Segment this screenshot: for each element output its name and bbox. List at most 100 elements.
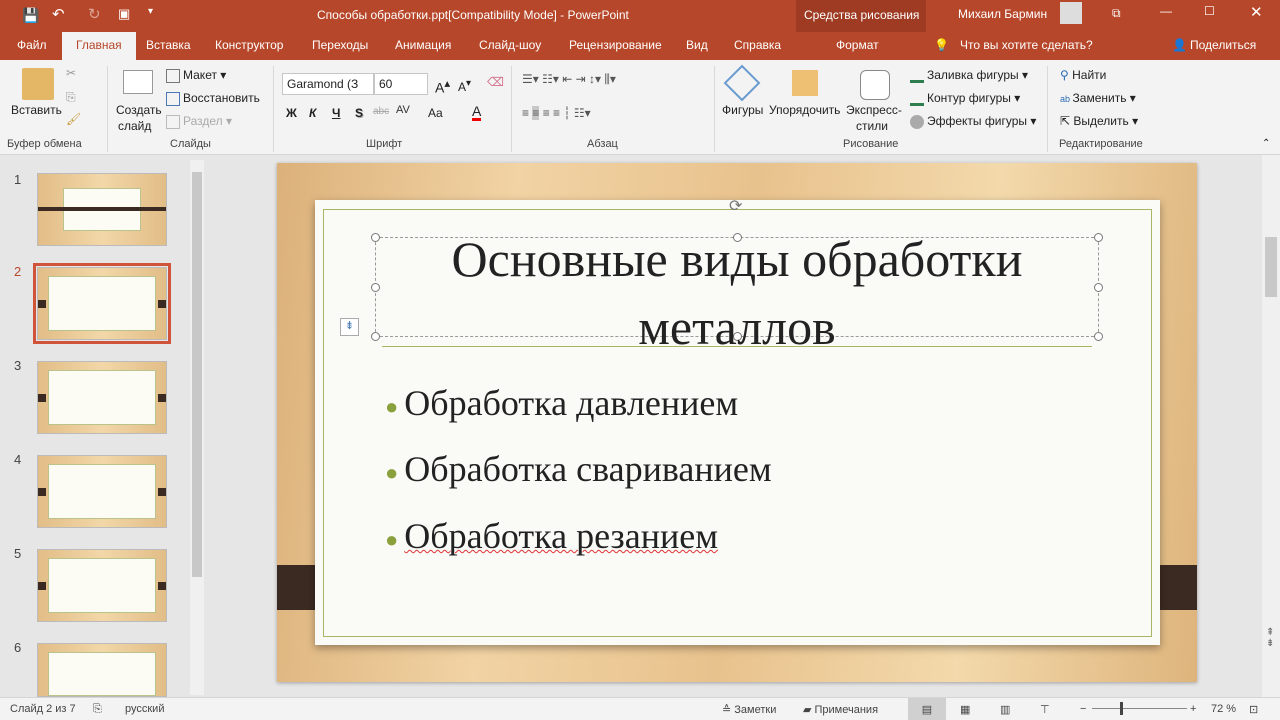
slide-number: 1 (14, 172, 21, 187)
slide-thumbnail[interactable] (37, 173, 167, 246)
section-button[interactable]: Раздел ▾ (166, 114, 232, 129)
copy-icon[interactable]: ⎘ (66, 90, 76, 105)
italic-button[interactable]: К (309, 106, 316, 120)
normal-view-icon[interactable]: ▤ (908, 698, 946, 720)
redo-icon[interactable]: ↻ (88, 5, 101, 23)
language-label[interactable]: русский (125, 703, 164, 715)
zoom-out-button[interactable]: − (1080, 703, 1086, 715)
tab-transitions[interactable]: Переходы (312, 38, 368, 52)
bullets-icon[interactable]: ☰▾ ☷▾ ⇤ ⇥ ↕▾ ⫼▾ (522, 72, 616, 87)
reset-button[interactable]: Восстановить (166, 91, 260, 106)
tell-me-input[interactable]: Что вы хотите сделать? (960, 38, 1093, 52)
close-icon[interactable]: ✕ (1250, 3, 1263, 21)
slide-sorter-icon[interactable]: ▦ (960, 703, 970, 716)
fit-to-window-icon[interactable]: ⊡ (1249, 703, 1258, 716)
slideshow-icon[interactable]: ▣ (118, 6, 130, 22)
paste-button[interactable]: Вставить (11, 103, 62, 117)
undo-icon[interactable]: ↶ (52, 5, 65, 23)
quick-styles-label[interactable]: стили (856, 119, 888, 133)
underline-button[interactable]: Ч (332, 106, 340, 120)
font-name-select[interactable]: Garamond (З (282, 73, 374, 95)
find-button[interactable]: ⚲ Найти (1060, 68, 1106, 82)
group-drawing: Рисование (843, 138, 898, 150)
strikethrough-button[interactable]: abc (373, 106, 389, 117)
reading-view-icon[interactable]: ▥ (1000, 703, 1010, 716)
tab-design[interactable]: Конструктор (215, 38, 283, 52)
arrange-button[interactable]: Упорядочить (769, 103, 840, 117)
minimize-icon[interactable]: — (1160, 4, 1172, 18)
notes-label: Заметки (734, 704, 776, 716)
shape-outline-button[interactable]: Контур фигуры ▾ (910, 91, 1020, 106)
slide-thumbnail-selected[interactable] (37, 267, 167, 340)
replace-button[interactable]: ab Заменить ▾ (1060, 91, 1136, 105)
char-spacing-button[interactable]: AV (396, 104, 410, 116)
bullet-dot: ● (385, 460, 398, 485)
font-size-select[interactable]: 60 (374, 73, 428, 95)
select-button[interactable]: ⇱ Выделить ▾ (1060, 114, 1138, 128)
align-icons[interactable]: ≡ ≡ ≡ ≡ ┆ ☷▾ (522, 106, 591, 120)
rotate-handle-icon[interactable]: ⟳ (729, 196, 742, 216)
new-slide-label[interactable]: слайд (118, 119, 151, 133)
avatar[interactable] (1060, 2, 1082, 24)
paste-icon[interactable] (22, 68, 54, 100)
tab-animations[interactable]: Анимация (395, 38, 451, 52)
new-slide-icon[interactable] (123, 70, 153, 94)
share-button[interactable]: Поделиться (1190, 38, 1256, 52)
zoom-slider-thumb[interactable] (1120, 702, 1123, 715)
tab-insert[interactable]: Вставка (146, 38, 191, 52)
tab-format[interactable]: Формат (836, 38, 879, 52)
slide-thumbnail[interactable] (37, 549, 167, 622)
collapse-ribbon-icon[interactable]: ⌃ (1262, 138, 1270, 149)
tab-review[interactable]: Рецензирование (569, 38, 662, 52)
new-slide-button[interactable]: Создать (116, 103, 162, 117)
tab-slideshow[interactable]: Слайд-шоу (479, 38, 541, 52)
slide-title[interactable]: Основные виды обработки металлов (375, 225, 1099, 361)
grow-font-icon[interactable]: A▴ (435, 76, 450, 96)
bullet-item[interactable]: ●Обработка свариванием (385, 448, 772, 490)
quick-styles-icon[interactable] (860, 70, 890, 100)
maximize-icon[interactable]: ☐ (1204, 4, 1215, 18)
clear-format-icon[interactable]: ⌫ (487, 75, 504, 89)
quick-styles-button[interactable]: Экспресс- (846, 103, 902, 117)
layout-button[interactable]: Макет ▾ (166, 68, 226, 83)
change-case-button[interactable]: Aa (428, 106, 443, 120)
slide-thumbnail[interactable] (37, 361, 167, 434)
format-painter-icon[interactable]: 🖌 (66, 112, 81, 126)
slide-number: 3 (14, 358, 21, 373)
lightbulb-icon: 💡 (934, 38, 949, 52)
bullet-dot: ● (385, 394, 398, 419)
bullet-item[interactable]: ●Обработка резанием (385, 515, 718, 557)
tab-home[interactable]: Главная (62, 32, 136, 60)
tab-file[interactable]: Файл (17, 38, 47, 52)
slide-thumbnail[interactable] (37, 643, 167, 697)
zoom-level[interactable]: 72 % (1211, 703, 1236, 715)
zoom-slider[interactable] (1092, 708, 1187, 709)
comments-button[interactable]: ▰ Примечания (803, 703, 878, 716)
tab-view[interactable]: Вид (686, 38, 708, 52)
zoom-in-button[interactable]: + (1190, 703, 1196, 715)
arrange-icon[interactable] (792, 70, 818, 96)
bold-button[interactable]: Ж (286, 106, 297, 120)
font-color-button[interactable]: A (472, 104, 481, 121)
shadow-button[interactable]: S (355, 106, 363, 120)
shapes-button[interactable]: Фигуры (722, 103, 763, 117)
spellcheck-icon[interactable]: ⎘ (93, 703, 102, 716)
slide-scrollbar[interactable]: ⇞⇟ (1262, 155, 1280, 697)
bullet-item[interactable]: ●Обработка давлением (385, 382, 738, 424)
slide-thumbnail[interactable] (37, 455, 167, 528)
slideshow-view-icon[interactable]: ⊤ (1040, 703, 1050, 716)
autofit-options-icon[interactable]: ⇟ (340, 318, 359, 336)
user-name[interactable]: Михаил Бармин (958, 7, 1047, 21)
ribbon-display-icon[interactable]: ⧉ (1112, 6, 1121, 21)
cut-icon[interactable]: ✂ (66, 66, 76, 80)
tab-help[interactable]: Справка (734, 38, 781, 52)
shape-effects-button[interactable]: Эффекты фигуры ▾ (910, 114, 1036, 129)
outline-icon (910, 92, 924, 106)
shape-fill-button[interactable]: Заливка фигуры ▾ (910, 68, 1028, 83)
shrink-font-icon[interactable]: A▾ (458, 78, 471, 94)
thumbnails-scrollbar[interactable] (190, 160, 204, 695)
replace-label: Заменить (1073, 91, 1127, 105)
save-icon[interactable]: 💾 (22, 7, 39, 24)
customize-qat-icon[interactable]: ▾ (148, 6, 153, 17)
notes-button[interactable]: ≙ Заметки (722, 703, 776, 716)
